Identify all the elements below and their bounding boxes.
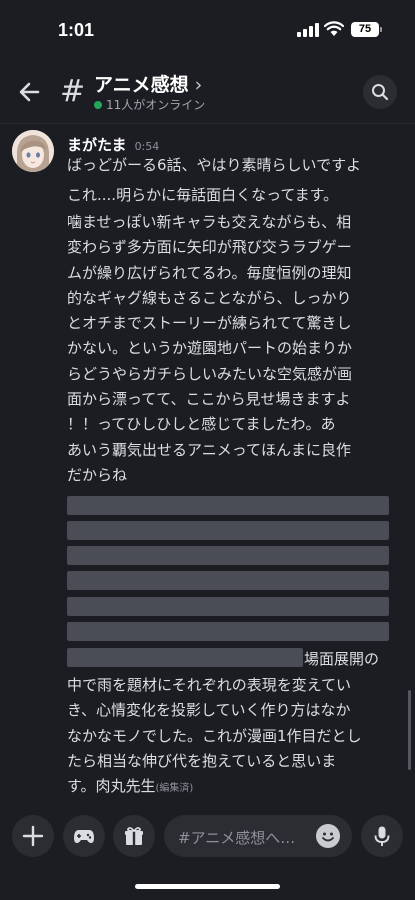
emoji-button[interactable] (316, 824, 340, 848)
paragraph-line: あいう覇気出せるアニメってほんまに良作 (67, 440, 351, 459)
spoiler-block[interactable] (67, 622, 389, 641)
search-icon (372, 84, 389, 101)
emoji-icon (322, 832, 334, 842)
message-composer: #アニメ感想へ… (0, 810, 415, 870)
hash-icon: # (60, 74, 86, 109)
online-count: 11人がオンライン (106, 98, 206, 112)
spoiler-block[interactable] (67, 648, 303, 667)
online-dot-icon (94, 101, 102, 109)
paragraph-line: らどうやらガチらしいみたいな空気感が画 (67, 364, 353, 383)
wifi-icon (324, 21, 344, 36)
paragraph-line: なかなモノでした。これが漫画1作目だとし (67, 726, 362, 745)
voice-message-button[interactable] (361, 815, 403, 857)
paragraph-line: だからね (67, 465, 128, 484)
search-button[interactable] (363, 75, 397, 109)
chevron-right-icon: › (194, 74, 203, 96)
paragraph-line: とオチまでストーリーが練られてて驚きし (67, 314, 352, 333)
paragraph-line: 的なギャグ線もさることながら、しっかり (67, 288, 352, 307)
avatar[interactable] (12, 130, 54, 172)
spoiler-block[interactable] (67, 546, 389, 565)
home-indicator (135, 884, 280, 889)
channel-title[interactable]: アニメ感想 › (94, 70, 202, 97)
microphone-icon (374, 826, 390, 846)
paragraph-line: ムが繰り広げられてるわ。毎度恒例の理知 (67, 263, 352, 282)
edited-label: (編集済) (155, 783, 194, 795)
battery-tip (380, 27, 382, 32)
message-paragraph: 中で雨を題材にそれぞれの表現を変えてい き、心情変化を投影していく作り方はなか … (67, 673, 392, 801)
message-text: 場面展開の (304, 650, 380, 668)
activities-button[interactable] (63, 815, 105, 857)
online-status: 11人がオンライン (94, 96, 205, 113)
message-line: ばっどがーる6話、やはり素晴らしいですよ (67, 156, 362, 174)
paragraph-line: 中で雨を題材にそれぞれの表現を変えてい (67, 676, 351, 694)
message-paragraph: 噛ませっぽい新キャラも交えながらも、相 変わらず多方面に矢印が飛び交うラブゲー … (67, 210, 392, 488)
author-name[interactable]: まがたま (67, 136, 127, 154)
paragraph-line: 変わらず多方面に矢印が飛び交うラブゲー (67, 238, 352, 257)
back-button[interactable] (16, 78, 44, 106)
paragraph-line: き、心情変化を投影していく作り方はなか (67, 701, 351, 720)
spoiler-block[interactable] (67, 571, 389, 590)
message-input[interactable]: #アニメ感想へ… (164, 815, 352, 857)
channel-name: アニメ感想 (94, 74, 189, 96)
gamepad-icon (74, 830, 94, 843)
message-line: これ....明らかに毎話面白くなってます。 (67, 186, 339, 204)
channel-header: # アニメ感想 › 11人がオンライン (0, 60, 415, 124)
cellular-signal-icon (297, 23, 319, 37)
message-input-placeholder: #アニメ感想へ… (178, 829, 296, 847)
gift-icon (125, 827, 143, 845)
arrow-left-icon (19, 82, 40, 102)
paragraph-line: 面から漂ってて、ここから見せ場きますよ (67, 390, 351, 409)
spoiler-block[interactable] (67, 521, 389, 540)
battery-icon: 75 (351, 22, 379, 37)
spoiler-block[interactable] (67, 597, 389, 616)
paragraph-line: ！！ってひしひしと感じてましたわ。あ (67, 415, 336, 434)
message-header: まがたま 0:54 (67, 134, 159, 155)
paragraph-line: たら相当な伸び代を抱えていると思いま (67, 751, 337, 770)
message-timestamp: 0:54 (134, 140, 160, 153)
add-attachment-button[interactable] (12, 815, 54, 857)
plus-icon (22, 825, 44, 847)
last-line-text: す。肉丸先生 (67, 777, 156, 796)
status-time: 1:01 (58, 20, 95, 40)
paragraph-line: 噛ませっぽい新キャラも交えながらも、相 (67, 213, 352, 231)
status-bar: 1:01 75 (0, 0, 415, 60)
scrollbar[interactable] (408, 690, 411, 770)
paragraph-line: かない。というか遊園地パートの始まりか (67, 339, 353, 358)
spoiler-block[interactable] (67, 496, 389, 515)
avatar-image (12, 130, 54, 172)
gift-button[interactable] (113, 815, 155, 857)
paragraph-line: す。肉丸先生(編集済) (67, 774, 392, 801)
